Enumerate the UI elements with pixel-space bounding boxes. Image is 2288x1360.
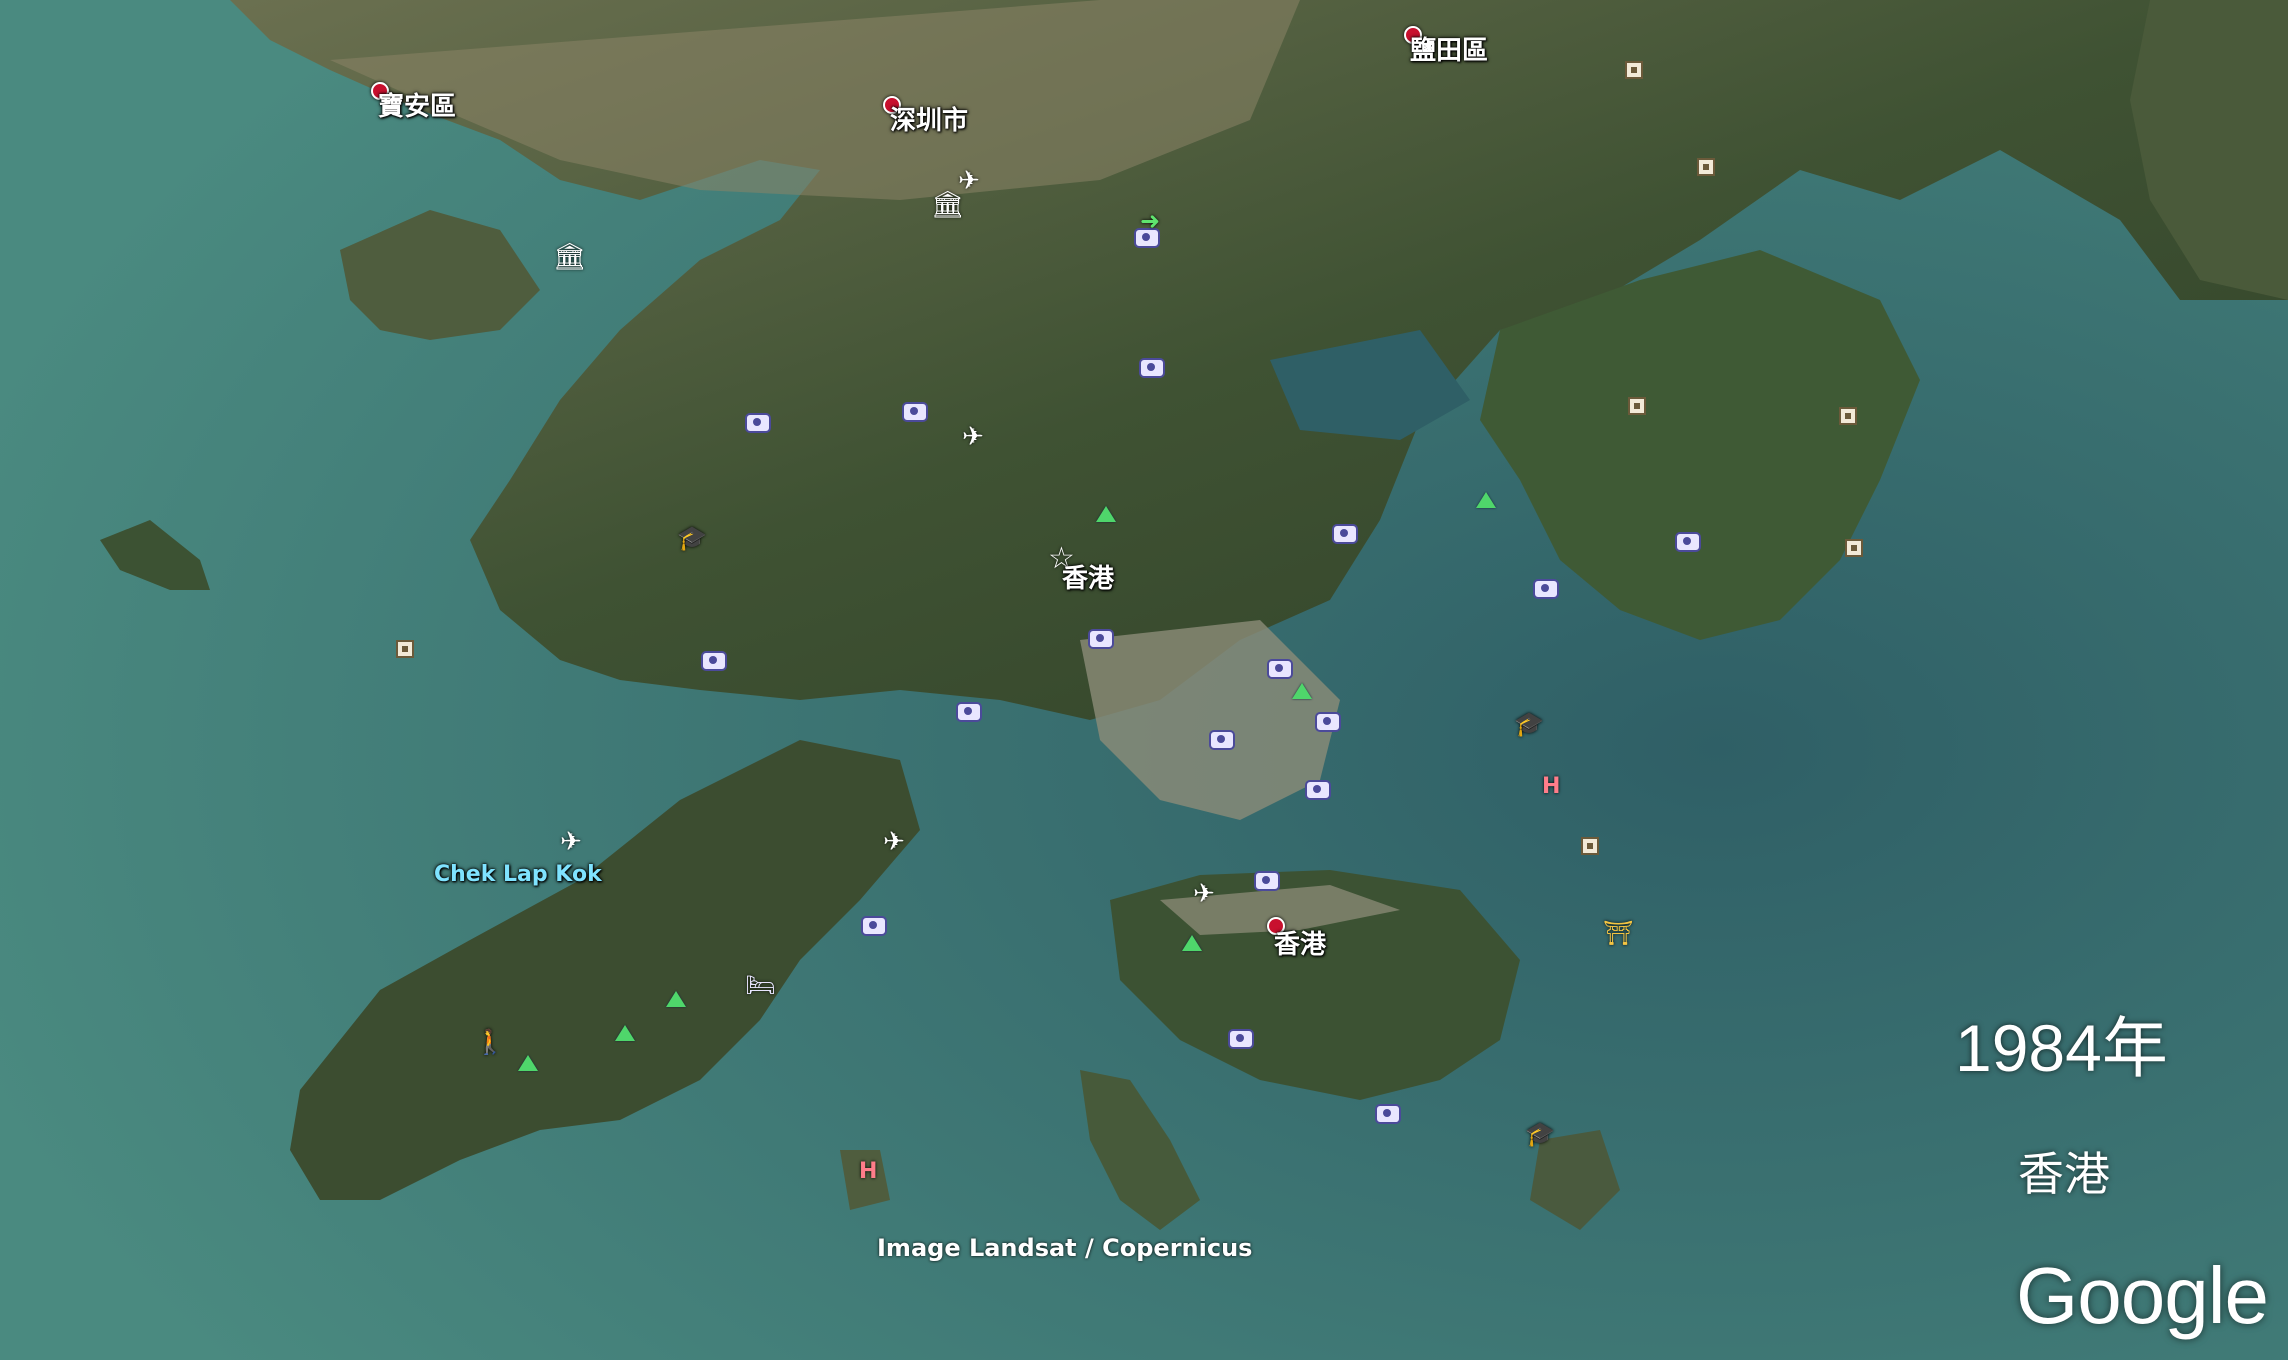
- imagery-credit: Image Landsat / Copernicus: [877, 1234, 1253, 1262]
- camera-icon[interactable]: [1375, 1104, 1401, 1124]
- airport-icon[interactable]: ✈: [962, 424, 984, 450]
- camera-icon[interactable]: [1228, 1029, 1254, 1049]
- label-chek-lap-kok[interactable]: Chek Lap Kok: [434, 862, 602, 887]
- landmark-square-icon[interactable]: [1628, 397, 1646, 415]
- satellite-map[interactable]: 寶安區 深圳市 鹽田區 ☆ 香港 香港 Chek Lap Kok ✈ ✈ ✈ ✈…: [0, 0, 2288, 1360]
- hotel-icon[interactable]: 🛏: [745, 973, 775, 997]
- landmark-square-icon[interactable]: [1697, 158, 1715, 176]
- hiking-icon[interactable]: ➜: [1140, 209, 1160, 233]
- landmark-square-icon[interactable]: [396, 640, 414, 658]
- mountain-peak-icon[interactable]: [1292, 683, 1312, 699]
- google-logo: Google: [2016, 1251, 2269, 1340]
- museum-icon[interactable]: 🏛: [931, 192, 964, 218]
- landmark-square-icon[interactable]: [1625, 61, 1643, 79]
- school-icon[interactable]: 🎓: [1525, 1122, 1555, 1146]
- camera-icon[interactable]: [1209, 730, 1235, 750]
- hiking-icon[interactable]: 🚶: [475, 1030, 505, 1054]
- camera-icon[interactable]: [1254, 871, 1280, 891]
- camera-icon[interactable]: [1139, 358, 1165, 378]
- landmark-square-icon[interactable]: [1581, 837, 1599, 855]
- camera-icon[interactable]: [1305, 780, 1331, 800]
- airport-icon[interactable]: ✈: [883, 829, 905, 855]
- year-caption: 1984年: [1955, 1011, 2168, 1085]
- label-hongkong-territory[interactable]: 香港: [1062, 558, 1114, 595]
- camera-icon[interactable]: [1332, 524, 1358, 544]
- mountain-peak-icon[interactable]: [615, 1025, 635, 1041]
- camera-icon[interactable]: [956, 702, 982, 722]
- mountain-peak-icon[interactable]: [518, 1055, 538, 1071]
- label-baoan[interactable]: 寶安區: [378, 86, 456, 123]
- camera-icon[interactable]: [1533, 579, 1559, 599]
- label-yantian[interactable]: 鹽田區: [1410, 30, 1488, 67]
- school-icon[interactable]: 🎓: [1514, 712, 1544, 736]
- camera-icon[interactable]: [1088, 629, 1114, 649]
- airport-icon[interactable]: ✈: [1193, 881, 1215, 907]
- place-caption: 香港: [2018, 1147, 2110, 1201]
- label-shenzhen[interactable]: 深圳市: [890, 100, 968, 137]
- mountain-peak-icon[interactable]: [1096, 506, 1116, 522]
- camera-icon[interactable]: [745, 413, 771, 433]
- mountain-peak-icon[interactable]: [1182, 935, 1202, 951]
- camera-icon[interactable]: [861, 916, 887, 936]
- camera-icon[interactable]: [701, 651, 727, 671]
- camera-icon[interactable]: [1675, 532, 1701, 552]
- museum-icon[interactable]: 🏛: [553, 244, 586, 270]
- airport-icon[interactable]: ✈: [560, 829, 582, 855]
- camera-icon[interactable]: [902, 402, 928, 422]
- camera-icon[interactable]: [1315, 712, 1341, 732]
- hospital-icon[interactable]: H: [1542, 774, 1560, 799]
- temple-icon[interactable]: ⛩: [1603, 921, 1633, 945]
- hospital-icon[interactable]: H: [859, 1159, 877, 1184]
- label-hongkong-island[interactable]: 香港: [1274, 924, 1326, 961]
- school-icon[interactable]: 🎓: [677, 526, 707, 550]
- landmark-square-icon[interactable]: [1845, 539, 1863, 557]
- mountain-peak-icon[interactable]: [1476, 492, 1496, 508]
- landmark-square-icon[interactable]: [1839, 407, 1857, 425]
- camera-icon[interactable]: [1267, 659, 1293, 679]
- map-terrain: [0, 0, 2288, 1360]
- mountain-peak-icon[interactable]: [666, 991, 686, 1007]
